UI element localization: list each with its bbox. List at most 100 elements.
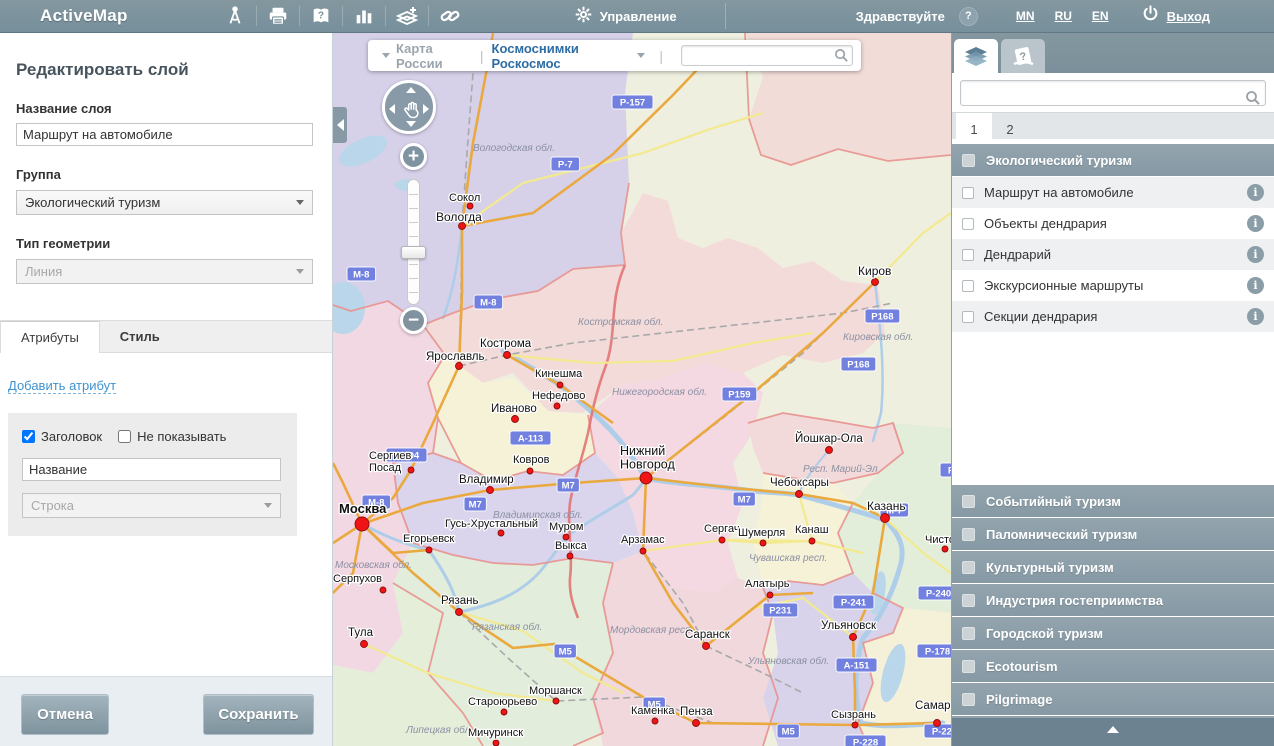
layer-checkbox[interactable] <box>962 249 974 261</box>
layer-row[interactable]: Маршрут на автомобилеi <box>952 177 1274 208</box>
group-label: Индустрия гостеприимства <box>986 593 1163 608</box>
header-checkbox-label[interactable]: Заголовок <box>41 429 102 444</box>
group-checkbox[interactable] <box>962 693 975 706</box>
map-pan-control[interactable] <box>382 80 436 134</box>
layer-checkbox[interactable] <box>962 187 974 199</box>
layer-group-header[interactable]: Pilgrimage <box>952 683 1274 716</box>
hide-checkbox-label[interactable]: Не показывать <box>137 429 226 444</box>
header-toolbar: ? <box>218 2 467 30</box>
management-menu[interactable]: Управление <box>575 6 677 26</box>
svg-text:Киров: Киров <box>858 264 891 278</box>
measure-icon[interactable] <box>218 2 252 30</box>
chevron-down-icon[interactable] <box>382 53 390 58</box>
svg-text:Р-240: Р-240 <box>926 589 951 600</box>
group-select[interactable]: Экологический туризм <box>16 190 313 215</box>
tab-attributes[interactable]: Атрибуты <box>0 321 100 353</box>
pan-left-icon[interactable] <box>389 104 395 114</box>
cancel-button[interactable]: Отмена <box>21 694 109 735</box>
help-badge[interactable]: ? <box>959 7 978 26</box>
add-layer-icon[interactable] <box>390 2 424 30</box>
layer-row[interactable]: Объекты дендрарияi <box>952 208 1274 239</box>
search-icon[interactable] <box>1245 90 1261 111</box>
pan-right-icon[interactable] <box>423 104 429 114</box>
zoom-in-button[interactable]: + <box>400 143 427 170</box>
layer-group-header[interactable]: Ecotourism <box>952 650 1274 683</box>
layer-info-icon[interactable]: i <box>1247 246 1264 263</box>
pan-down-icon[interactable] <box>406 121 416 127</box>
layer-group-header[interactable]: Паломнический туризм <box>952 518 1274 551</box>
layer-group-header[interactable]: Событийный туризм <box>952 485 1274 518</box>
map-search-input[interactable] <box>681 45 853 66</box>
layer-row[interactable]: Дендрарийi <box>952 239 1274 270</box>
region-label: Костромская обл. <box>578 316 663 328</box>
print-icon[interactable] <box>261 2 295 30</box>
svg-text:М5: М5 <box>782 727 796 738</box>
group-checkbox[interactable] <box>962 561 975 574</box>
group-checkbox[interactable] <box>962 594 975 607</box>
layer-row[interactable]: Секции дендрарияi <box>952 301 1274 332</box>
svg-text:?: ? <box>318 10 324 21</box>
layer-name-input[interactable] <box>16 123 313 146</box>
layer-info-icon[interactable]: i <box>1247 184 1264 201</box>
guide-icon[interactable]: ? <box>304 2 338 30</box>
group-checkbox[interactable] <box>962 660 975 673</box>
layer-info-icon[interactable]: i <box>1247 308 1264 325</box>
header-checkbox[interactable] <box>22 430 35 443</box>
toolbar-divider <box>428 6 429 26</box>
layer-info-icon[interactable]: i <box>1247 277 1264 294</box>
lang-mn[interactable]: MN <box>1016 9 1035 23</box>
stats-icon[interactable] <box>347 2 381 30</box>
layer-group-header[interactable]: Культурный туризм <box>952 551 1274 584</box>
tab-layers[interactable] <box>954 39 998 73</box>
svg-text:А-151: А-151 <box>844 661 871 672</box>
svg-text:Нефедово: Нефедово <box>532 390 585 402</box>
base-layer-button[interactable]: Карта России <box>396 41 472 71</box>
group-checkbox[interactable] <box>962 495 975 508</box>
language-switcher: MN RU EN <box>1016 9 1109 23</box>
road-shield: Р-240 <box>918 586 951 600</box>
chevron-down-icon[interactable] <box>637 53 645 58</box>
geometry-type-label: Тип геометрии <box>16 236 316 251</box>
hide-checkbox[interactable] <box>118 430 131 443</box>
zoom-slider-handle[interactable] <box>401 246 426 259</box>
link-icon[interactable] <box>433 2 467 30</box>
lang-ru[interactable]: RU <box>1055 9 1072 23</box>
zoom-out-button[interactable]: − <box>400 307 427 334</box>
lang-en[interactable]: EN <box>1092 9 1109 23</box>
svg-text:Нижний: Нижний <box>620 444 665 458</box>
layer-checkbox[interactable] <box>962 280 974 292</box>
top-header: ActiveMap ? <box>0 0 1274 33</box>
layer-group-header[interactable]: Экологический туризм <box>952 144 1274 177</box>
layer-group-header[interactable]: Городской туризм <box>952 617 1274 650</box>
add-attribute-link[interactable]: Добавить атрибут <box>8 378 116 394</box>
layer-row[interactable]: Экскурсионные маршрутыi <box>952 270 1274 301</box>
layer-group-header[interactable]: Индустрия гостеприимства <box>952 584 1274 617</box>
layer-checkbox[interactable] <box>962 218 974 230</box>
group-checkbox[interactable] <box>962 528 975 541</box>
tab-legend[interactable]: ? <box>1001 39 1045 73</box>
layer-info-icon[interactable]: i <box>1247 215 1264 232</box>
svg-text:Староюрьево: Староюрьево <box>468 696 537 708</box>
tab-style[interactable]: Стиль <box>100 321 180 352</box>
region-label: Вологодская обл. <box>473 142 555 154</box>
logout-button[interactable]: Выход <box>1141 4 1210 28</box>
svg-text:М-8: М-8 <box>480 298 496 309</box>
svg-text:Йошкар-Ола: Йошкар-Ола <box>795 432 863 445</box>
layers-search-input[interactable] <box>960 80 1266 106</box>
group-checkbox[interactable] <box>962 154 975 167</box>
map-canvas[interactable]: Р-157Р-157Р-7М-8М-8Р168Р168Р159А-113Р-10… <box>333 33 951 746</box>
group-checkbox[interactable] <box>962 627 975 640</box>
road-shield: М5 <box>777 724 799 738</box>
pan-up-icon[interactable] <box>406 87 416 93</box>
svg-text:М7: М7 <box>738 495 751 506</box>
active-layer-button[interactable]: Космоснимки Роскосмос <box>492 41 632 71</box>
collapse-left-panel-button[interactable] <box>333 107 347 143</box>
search-icon[interactable] <box>834 48 849 68</box>
group-label: Событийный туризм <box>986 494 1121 509</box>
attribute-name-input[interactable] <box>22 458 281 481</box>
group-label: Культурный туризм <box>986 560 1114 575</box>
layer-checkbox[interactable] <box>962 311 974 323</box>
collapse-groups-button[interactable] <box>952 716 1274 746</box>
zoom-slider[interactable] <box>407 179 420 305</box>
save-button[interactable]: Сохранить <box>203 694 314 735</box>
